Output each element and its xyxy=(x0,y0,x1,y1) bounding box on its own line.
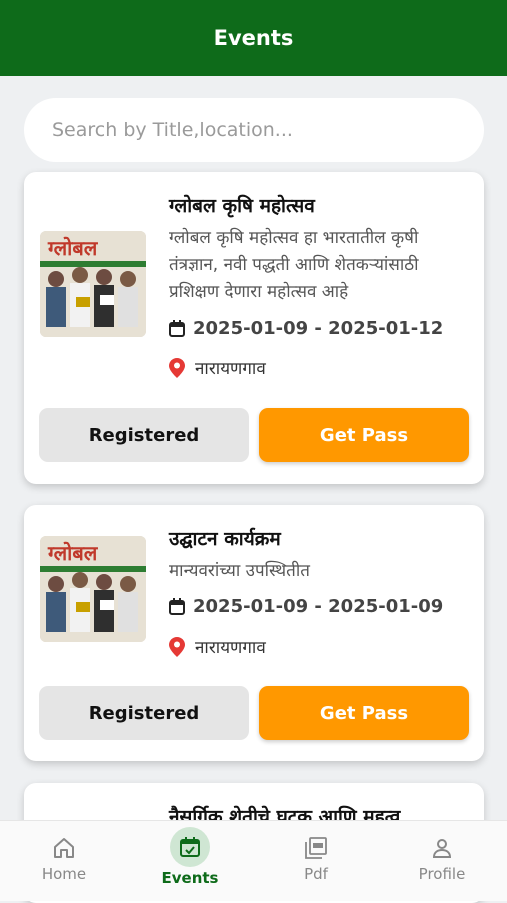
event-image-text: ग्लोबल xyxy=(47,541,99,565)
event-date: 2025-01-09 - 2025-01-12 xyxy=(169,318,443,339)
search-bar[interactable] xyxy=(24,98,484,162)
event-title: ग्लोबल कृषि महोत्सव xyxy=(169,195,315,217)
event-date-text: 2025-01-09 - 2025-01-09 xyxy=(193,596,444,617)
registered-button[interactable]: Registered xyxy=(39,686,249,740)
person-icon xyxy=(429,835,455,861)
calendar-icon xyxy=(169,320,185,337)
event-date: 2025-01-09 - 2025-01-09 xyxy=(169,596,443,617)
event-location-text: नारायणगाव xyxy=(195,359,266,379)
event-image-text: ग्लोबल xyxy=(47,236,99,260)
nav-label-profile: Profile xyxy=(418,865,466,883)
calendar-icon xyxy=(169,598,185,615)
event-location: नारायणगाव xyxy=(169,356,266,379)
nav-label-home: Home xyxy=(41,865,87,883)
registered-button[interactable]: Registered xyxy=(39,408,249,462)
event-card[interactable]: ग्लोबल उद्घाटन कार्यक्रम मान्यवरांच्या उ… xyxy=(24,505,484,761)
get-pass-button[interactable]: Get Pass xyxy=(259,408,469,462)
bottom-nav: Home Events Pdf Profile xyxy=(0,820,507,901)
event-date-text: 2025-01-09 - 2025-01-12 xyxy=(193,318,444,339)
calendar-check-icon xyxy=(170,827,210,867)
nav-item-events[interactable]: Events xyxy=(127,821,253,901)
event-location: नारायणगाव xyxy=(169,635,266,658)
app-header: Events xyxy=(0,0,507,76)
event-title: उद्घाटन कार्यक्रम xyxy=(169,528,281,550)
event-description: ग्लोबल कृषि महोत्सव हा भारतातील कृषी तंत… xyxy=(169,228,419,302)
nav-item-home[interactable]: Home xyxy=(1,821,127,901)
event-card[interactable]: ग्लोबल ग्लोबल कृषि महोत्सव ग्लोबल कृषि म… xyxy=(24,172,484,484)
event-description: मान्यवरांच्या उपस्थितीत xyxy=(169,561,310,581)
page-title: Events xyxy=(213,26,294,50)
nav-item-pdf[interactable]: Pdf xyxy=(253,821,379,901)
nav-item-profile[interactable]: Profile xyxy=(379,821,505,901)
search-input[interactable] xyxy=(50,118,474,142)
location-pin-icon xyxy=(169,636,185,657)
event-image: ग्लोबल xyxy=(40,536,146,642)
location-pin-icon xyxy=(169,357,185,378)
get-pass-button[interactable]: Get Pass xyxy=(259,686,469,740)
event-location-text: नारायणगाव xyxy=(195,638,266,658)
pdf-icon xyxy=(303,835,329,861)
nav-label-events: Events xyxy=(161,869,219,887)
home-icon xyxy=(51,835,77,861)
nav-label-pdf: Pdf xyxy=(304,865,328,883)
event-image: ग्लोबल xyxy=(40,231,146,337)
